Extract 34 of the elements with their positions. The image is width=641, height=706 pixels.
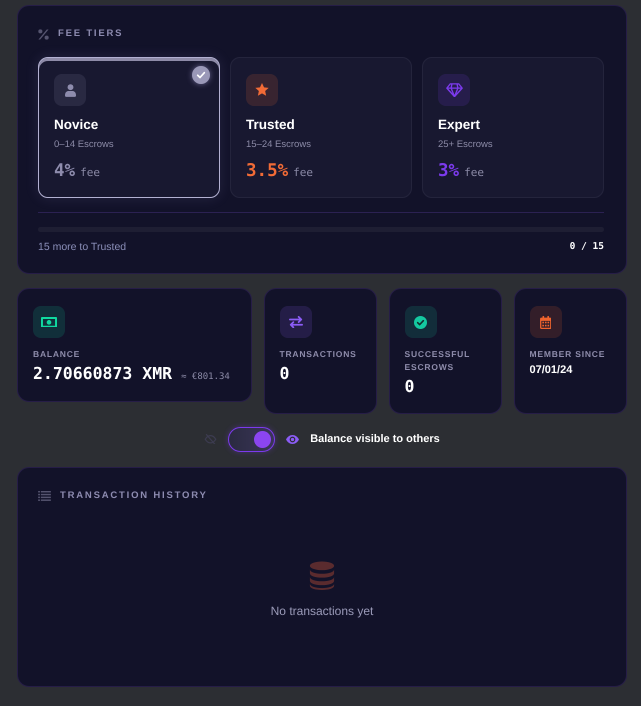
fee-unit: fee — [80, 165, 100, 181]
tier-range: 15–24 Escrows — [246, 139, 311, 151]
stat-value: 0 — [280, 363, 290, 385]
stat-label: MEMBER SINCE — [530, 348, 606, 361]
stat-label: SUCCESSFUL ESCROWS — [404, 348, 471, 374]
fee-unit: fee — [293, 165, 314, 181]
fiat-estimate: ≈ €801.34 — [181, 371, 230, 384]
progress-count: 0 / 15 — [570, 240, 604, 254]
fee-value: 4% — [54, 160, 76, 182]
fee-value: 3.5% — [246, 160, 288, 182]
empty-message: No transactions yet — [270, 603, 374, 619]
eye-icon — [286, 434, 300, 444]
fee-value: 3% — [438, 160, 460, 182]
toggle-label: Balance visible to others — [310, 433, 440, 445]
tier-range: 25+ Escrows — [438, 139, 493, 151]
list-icon — [38, 491, 51, 501]
stat-value: 07/01/24 — [530, 363, 572, 378]
tier-name: Novice — [54, 117, 98, 133]
toggle-switch[interactable] — [228, 426, 276, 452]
section-title: TRANSACTION HISTORY — [60, 489, 208, 503]
check-icon — [192, 66, 210, 84]
fee-unit: fee — [464, 165, 484, 181]
tier-range: 0–14 Escrows — [54, 139, 114, 151]
database-icon — [309, 561, 335, 590]
tier-name: Trusted — [246, 117, 295, 133]
balance-value: 2.70660873 XMR — [33, 363, 172, 384]
percent-icon — [38, 28, 49, 40]
stat-label: TRANSACTIONS — [280, 348, 357, 361]
stat-label: BALANCE — [33, 348, 80, 361]
tier-name: Expert — [438, 117, 480, 133]
stat-value: 0 — [404, 376, 414, 398]
section-title: FEE TIERS — [58, 27, 124, 41]
progress-caption: 15 more to Trusted — [38, 240, 126, 254]
eye-slash-icon — [204, 434, 218, 444]
